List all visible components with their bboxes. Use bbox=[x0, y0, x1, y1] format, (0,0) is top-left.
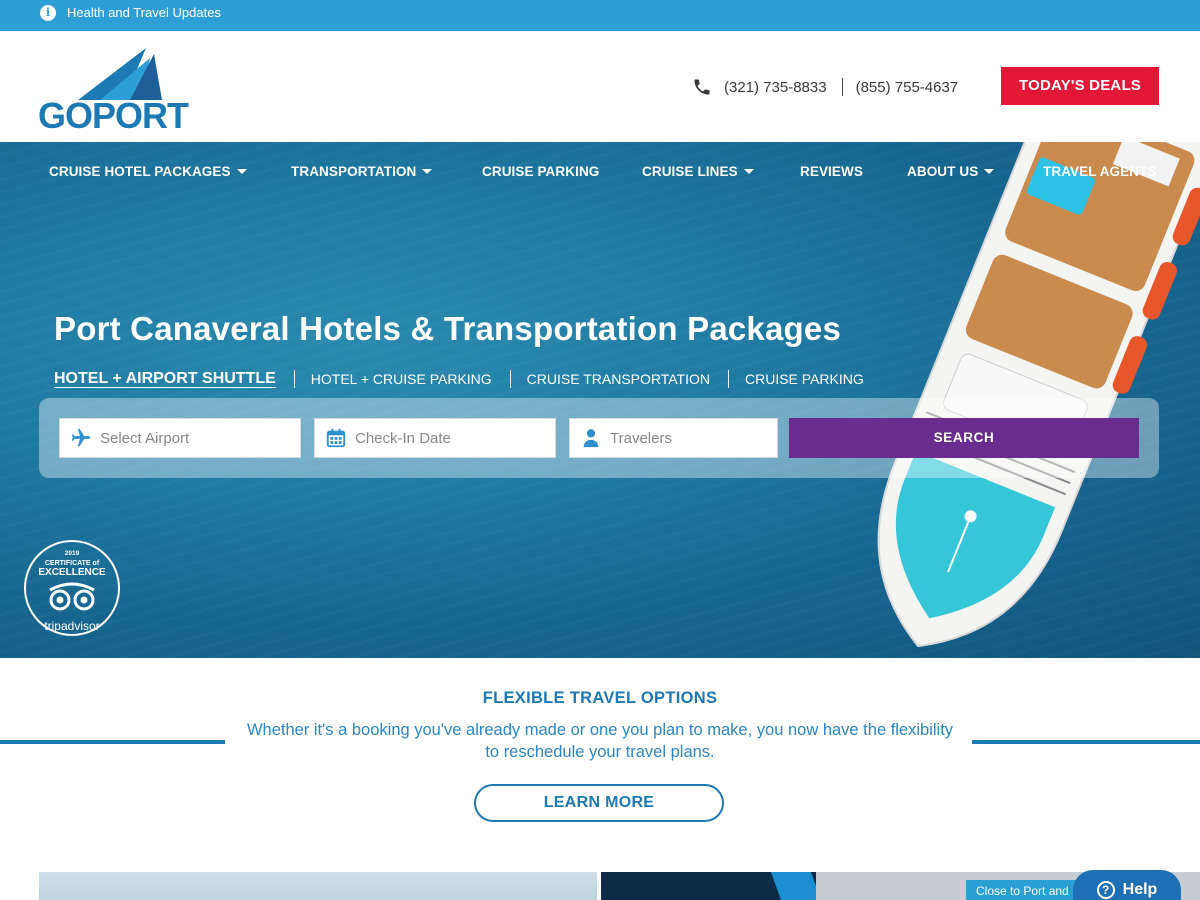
question-icon: ? bbox=[1096, 881, 1115, 899]
nav-cruise-parking[interactable]: CRUISE PARKING bbox=[482, 164, 599, 179]
promo-card-left[interactable] bbox=[39, 872, 597, 900]
caret-down-icon bbox=[422, 169, 433, 174]
person-icon bbox=[583, 429, 599, 448]
checkin-date-field[interactable]: Check-In Date bbox=[314, 418, 556, 458]
select-airport-field[interactable]: Select Airport bbox=[59, 418, 301, 458]
nav-label: REVIEWS bbox=[800, 164, 863, 179]
nav-cruise-hotel-packages[interactable]: CRUISE HOTEL PACKAGES bbox=[49, 164, 247, 179]
tab-divider bbox=[293, 370, 295, 388]
decorative-line-left bbox=[0, 740, 225, 744]
nav-label: CRUISE PARKING bbox=[482, 164, 600, 179]
nav-label: TRAVEL AGENTS bbox=[1043, 164, 1157, 179]
help-label: Help bbox=[1122, 881, 1158, 898]
caret-down-icon bbox=[743, 169, 754, 174]
badge-line-1: CERTIFICATE of bbox=[45, 560, 100, 567]
tripadvisor-certificate-badge[interactable]: 2019 CERTIFICATE of EXCELLENCE tripadvis… bbox=[22, 538, 122, 638]
flexible-travel-section: FLEXIBLE TRAVEL OPTIONS Whether it's a b… bbox=[0, 658, 1200, 872]
nav-label: CRUISE HOTEL PACKAGES bbox=[49, 164, 231, 179]
tab-divider bbox=[509, 370, 511, 388]
nav-cruise-lines[interactable]: CRUISE LINES bbox=[642, 164, 754, 179]
calendar-icon bbox=[326, 428, 346, 448]
todays-deals-button[interactable]: TODAY'S DEALS bbox=[1001, 67, 1159, 105]
nav-transportation[interactable]: TRANSPORTATION bbox=[291, 164, 433, 179]
travelers-field[interactable]: Travelers bbox=[569, 418, 778, 458]
phone-icon bbox=[694, 79, 710, 95]
site-header: GOPORT (321) 735-8833 (855) 755-4637 TOD… bbox=[0, 31, 1200, 142]
travelers-placeholder: Travelers bbox=[610, 429, 672, 447]
phone-numbers: (321) 735-8833 (855) 755-4637 bbox=[692, 76, 958, 98]
decorative-line-right bbox=[972, 740, 1200, 744]
help-button[interactable]: ? Help bbox=[1073, 870, 1181, 900]
tab-cruise-transportation[interactable]: CRUISE TRANSPORTATION bbox=[527, 371, 710, 387]
top-info-bar: i Health and Travel Updates bbox=[0, 0, 1200, 31]
hero-title: Port Canaveral Hotels & Transportation P… bbox=[54, 310, 841, 347]
flexible-title: FLEXIBLE TRAVEL OPTIONS bbox=[482, 689, 718, 707]
tab-hotel-cruise-parking[interactable]: HOTEL + CRUISE PARKING bbox=[311, 371, 492, 387]
nav-label: TRANSPORTATION bbox=[291, 164, 417, 179]
badge-brand: tripadvisor bbox=[44, 619, 99, 633]
phone-divider bbox=[841, 78, 843, 96]
nav-label: ABOUT US bbox=[907, 164, 979, 179]
nav-about-us[interactable]: ABOUT US bbox=[907, 164, 995, 179]
goport-logo[interactable]: GOPORT bbox=[38, 48, 193, 130]
phone-number-1[interactable]: (321) 735-8833 bbox=[724, 79, 827, 96]
tab-cruise-parking[interactable]: CRUISE PARKING bbox=[745, 371, 864, 387]
caret-down-icon bbox=[984, 169, 995, 174]
logo-text: GOPORT bbox=[38, 95, 189, 130]
info-icon[interactable]: i bbox=[40, 5, 56, 21]
search-button[interactable]: SEARCH bbox=[789, 418, 1139, 458]
tab-divider bbox=[728, 370, 729, 388]
search-panel: Select Airport Check-In Date Travelers S… bbox=[39, 398, 1159, 478]
main-nav: CRUISE HOTEL PACKAGES TRANSPORTATION CRU… bbox=[0, 142, 1200, 202]
checkin-date-placeholder: Check-In Date bbox=[355, 429, 451, 447]
caret-down-icon bbox=[236, 169, 247, 174]
learn-more-button[interactable]: LEARN MORE bbox=[474, 784, 724, 822]
card-tag: Close to Port and bbox=[966, 880, 1079, 900]
flexible-description: Whether it's a booking you've already ma… bbox=[246, 721, 954, 761]
badge-year: 2019 bbox=[65, 550, 80, 557]
card-stripe bbox=[770, 872, 822, 900]
nav-reviews[interactable]: REVIEWS bbox=[800, 164, 863, 179]
airplane-icon bbox=[71, 428, 91, 447]
phone-number-2[interactable]: (855) 755-4637 bbox=[856, 79, 959, 96]
nav-travel-agents[interactable]: TRAVEL AGENTS bbox=[1043, 164, 1157, 179]
health-travel-updates-link[interactable]: Health and Travel Updates bbox=[67, 5, 221, 21]
package-tabs: HOTEL + AIRPORT SHUTTLE HOTEL + CRUISE P… bbox=[54, 368, 864, 390]
badge-line-2: EXCELLENCE bbox=[38, 567, 106, 578]
select-airport-placeholder: Select Airport bbox=[100, 429, 190, 447]
tab-hotel-airport-shuttle[interactable]: HOTEL + AIRPORT SHUTTLE bbox=[54, 370, 276, 388]
hero-banner: CRUISE HOTEL PACKAGES TRANSPORTATION CRU… bbox=[0, 142, 1200, 658]
nav-label: CRUISE LINES bbox=[642, 164, 738, 179]
